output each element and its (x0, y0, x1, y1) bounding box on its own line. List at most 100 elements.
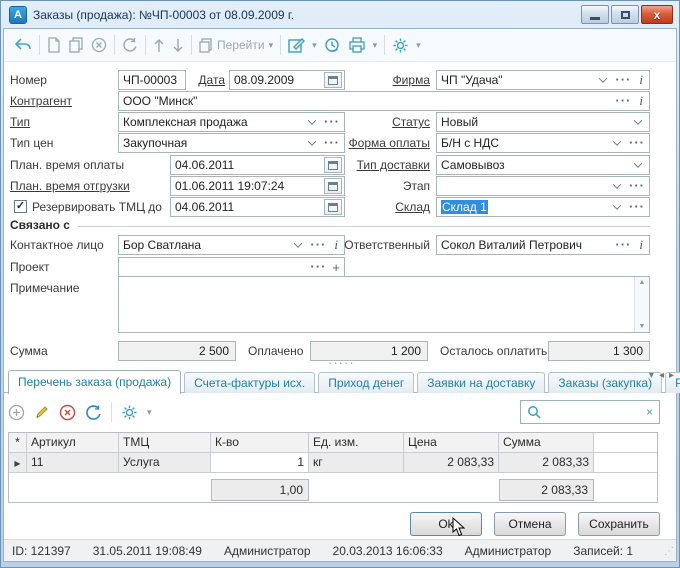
goto-menu-button[interactable]: Перейти ▾ (199, 38, 273, 53)
chevron-down-icon[interactable]: ▾ (147, 408, 152, 417)
refresh-button[interactable] (122, 37, 138, 53)
ellipsis-button[interactable]: ··· (629, 138, 645, 148)
tab-order-items[interactable]: Перечень заказа (продажа) (8, 370, 181, 394)
tab-invoices[interactable]: Счета-фактуры исх. (184, 372, 315, 393)
cell-artikul[interactable]: 11 (27, 453, 119, 473)
warehouse-combobox[interactable]: Склад 1 ··· (436, 197, 650, 217)
scroll-up-icon[interactable]: ▲ (639, 279, 646, 286)
ellipsis-button[interactable]: ··· (615, 75, 631, 85)
cancel-button[interactable]: Отмена (494, 512, 566, 536)
column-header-qty[interactable]: К-во (211, 433, 309, 453)
chevron-down-icon[interactable] (308, 137, 316, 145)
refresh-grid-button[interactable] (85, 404, 102, 421)
chevron-down-icon[interactable]: ▾ (416, 41, 421, 50)
calendar-button[interactable] (324, 157, 342, 173)
ellipsis-button[interactable]: ··· (629, 202, 645, 212)
responsible-input[interactable]: Сокол Виталий Петрович ··· i (436, 235, 650, 255)
ok-button[interactable]: Ok (410, 512, 482, 536)
calendar-button[interactable] (324, 178, 342, 194)
tab-scroll-left-icon[interactable]: ◂ (659, 370, 664, 381)
payment-form-label[interactable]: Форма оплаты (335, 133, 430, 153)
calendar-button[interactable] (324, 72, 342, 88)
search-input[interactable]: × (520, 400, 660, 424)
planned-payment-input[interactable]: 04.06.2011 (170, 155, 345, 175)
edit-menu-button[interactable] (288, 37, 305, 53)
grid-settings-button[interactable] (121, 404, 138, 421)
warehouse-label[interactable]: Склад (350, 197, 430, 217)
column-header-unit[interactable]: Ед. изм. (309, 433, 404, 453)
tab-purchase-orders[interactable]: Заказы (закупка) (548, 372, 662, 393)
print-menu-button[interactable] (348, 37, 366, 53)
firm-combobox[interactable]: ЧП "Удача" ··· i (436, 70, 650, 90)
tab-money-in[interactable]: Приход денег (318, 372, 414, 393)
splitter-handle[interactable]: ····· (328, 355, 355, 370)
close-button[interactable]: x (641, 5, 673, 24)
edit-row-button[interactable] (34, 404, 50, 420)
info-button[interactable]: i (639, 237, 643, 253)
column-header-price[interactable]: Цена (404, 433, 499, 453)
tab-scroll-right-icon[interactable]: ▸ (669, 370, 674, 381)
chevron-down-icon[interactable] (613, 201, 621, 209)
cell-sum[interactable]: 2 083,33 (499, 453, 594, 473)
ellipsis-button[interactable]: ··· (310, 262, 326, 272)
status-label[interactable]: Статус (350, 112, 430, 132)
counterparty-label[interactable]: Контрагент (10, 91, 72, 111)
delete-button[interactable] (91, 37, 107, 53)
date-input[interactable]: 08.09.2009 (229, 70, 345, 90)
info-button[interactable]: i (639, 93, 643, 109)
cell-qty[interactable]: 1 (211, 453, 309, 473)
reserve-checkbox[interactable]: ✓ (14, 200, 27, 213)
new-document-button[interactable] (47, 37, 61, 53)
column-header-tmc[interactable]: ТМЦ (119, 433, 211, 453)
titlebar[interactable]: A Заказы (продажа): №ЧП-00003 от 08.09.2… (3, 2, 677, 27)
delivery-type-combobox[interactable]: Самовывоз (436, 155, 650, 175)
add-button[interactable]: + (332, 260, 340, 275)
chevron-down-icon[interactable] (613, 137, 621, 145)
minimize-button[interactable] (581, 5, 609, 24)
save-button[interactable]: Сохранить (578, 512, 660, 536)
ellipsis-button[interactable]: ··· (629, 181, 645, 191)
cell-unit[interactable]: кг (309, 453, 404, 473)
payment-form-combobox[interactable]: Б/Н с НДС ··· (436, 133, 650, 153)
chevron-down-icon[interactable] (634, 159, 642, 167)
back-button[interactable] (14, 37, 32, 53)
delivery-type-label[interactable]: Тип доставки (350, 155, 430, 175)
ellipsis-button[interactable]: ··· (615, 96, 631, 106)
number-input[interactable]: ЧП-00003 (118, 70, 186, 90)
maximize-button[interactable] (611, 5, 639, 24)
counterparty-input[interactable]: ООО "Минск" ··· i (118, 91, 650, 111)
stage-combobox[interactable]: ··· (436, 176, 650, 196)
cell-tmc[interactable]: Услуга (119, 453, 211, 473)
tab-menu-icon[interactable]: ▾ (649, 370, 654, 381)
move-down-button[interactable] (172, 38, 184, 53)
notes-scrollbar[interactable]: ▲ ▼ (634, 277, 649, 332)
tab-delivery-requests[interactable]: Заявки на доставку (417, 372, 545, 393)
clear-search-icon[interactable]: × (646, 405, 653, 419)
project-input[interactable]: ··· + (118, 257, 345, 277)
chevron-down-icon[interactable] (294, 239, 302, 247)
date-label[interactable]: Дата (180, 70, 225, 90)
resize-grip[interactable]: ⋰ (664, 546, 674, 557)
chevron-down-icon[interactable]: ▾ (312, 41, 317, 50)
price-type-combobox[interactable]: Закупочная ··· (118, 133, 345, 153)
settings-gear-button[interactable] (392, 37, 409, 54)
planned-shipment-label[interactable]: План. время отгрузки (10, 176, 130, 196)
status-combobox[interactable]: Новый (436, 112, 650, 132)
chevron-down-icon[interactable] (634, 116, 642, 124)
ellipsis-button[interactable]: ··· (615, 240, 631, 250)
add-row-button[interactable] (8, 404, 25, 421)
calendar-button[interactable] (324, 199, 342, 215)
type-combobox[interactable]: Комплексная продажа ··· (118, 112, 345, 132)
scroll-down-icon[interactable]: ▼ (639, 323, 646, 330)
contact-combobox[interactable]: Бор Сватлана ··· i (118, 235, 345, 255)
notes-textarea[interactable]: ▲ ▼ (118, 276, 650, 333)
type-label[interactable]: Тип (10, 112, 30, 132)
planned-shipment-input[interactable]: 01.06.2011 19:07:24 (170, 176, 345, 196)
chevron-down-icon[interactable] (613, 180, 621, 188)
copy-button[interactable] (68, 37, 84, 53)
ellipsis-button[interactable]: ··· (324, 117, 340, 127)
info-button[interactable]: i (639, 72, 643, 88)
column-header-artikul[interactable]: Артикул (27, 433, 119, 453)
chevron-down-icon[interactable]: ▾ (373, 41, 378, 50)
chevron-down-icon[interactable] (599, 74, 607, 82)
